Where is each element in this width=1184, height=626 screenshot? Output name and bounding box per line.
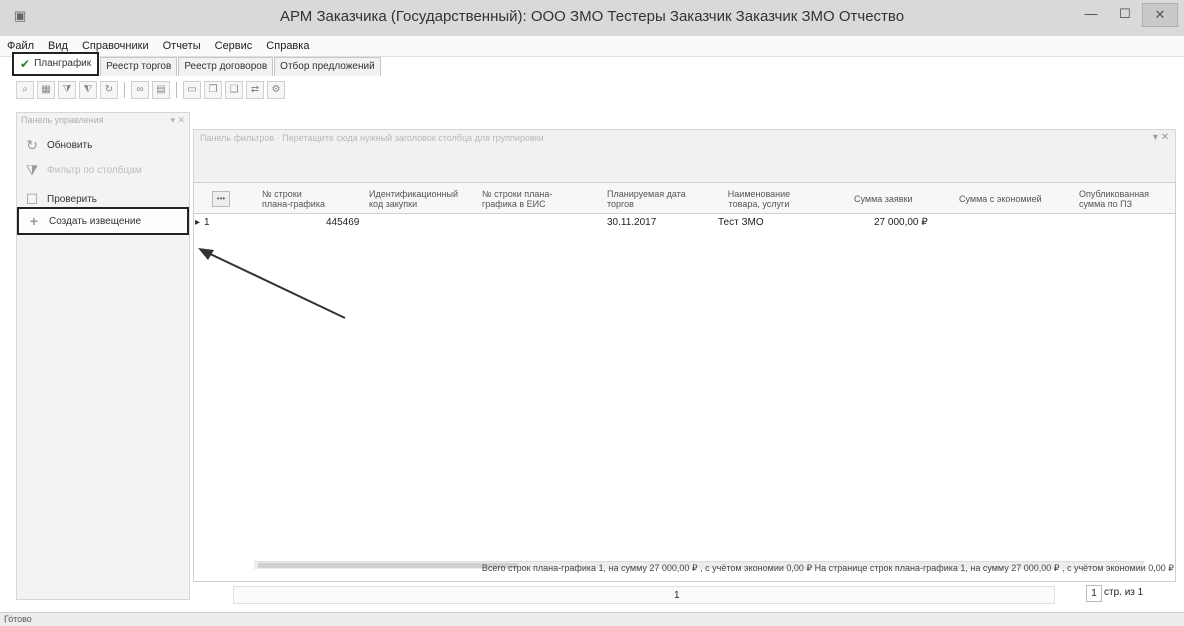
control-panel: Панель управления ▾ ✕ ↻ Обновить ⧩ Фильт… [16, 112, 190, 600]
control-panel-header: Панель управления ▾ ✕ [21, 115, 185, 129]
check-label: Проверить [47, 193, 98, 205]
pager-bar: 1 [233, 586, 1055, 604]
column-header[interactable]: № строки плана-графика [262, 189, 332, 209]
menu-file[interactable]: Файл [0, 40, 41, 52]
tab-label: Планграфик [34, 58, 92, 69]
filter-panel-close[interactable]: ▾ ✕ [1153, 132, 1169, 143]
refresh-icon: ↻ [26, 136, 38, 153]
table-icon[interactable]: ▦ [37, 81, 55, 99]
column-chooser-button[interactable]: ••• [212, 191, 230, 207]
row-index: 1 [204, 217, 210, 228]
row-number: 445469 [326, 217, 360, 228]
column-header[interactable]: Сумма заявки [854, 194, 913, 204]
link-icon[interactable]: ⇄ [246, 81, 264, 99]
copy-icon[interactable]: ❐ [204, 81, 222, 99]
column-header[interactable]: Опубликованная сумма по ПЗ [1079, 189, 1169, 209]
column-filter-button[interactable]: ⧩ Фильтр по столбцам [17, 158, 187, 182]
status-bar: Готово ⋰ [0, 612, 1184, 626]
search-icon[interactable]: ⌕ [16, 81, 34, 99]
toolbar-separator [176, 82, 177, 98]
column-header[interactable]: № строки плана-графика в ЕИС [482, 189, 567, 209]
column-header[interactable]: Наименование товара, услуги [719, 189, 799, 209]
paste-icon[interactable]: ❏ [225, 81, 243, 99]
control-panel-title: Панель управления [21, 115, 104, 125]
create-notice-label: Создать извещение [49, 215, 142, 227]
row-date: 30.11.2017 [607, 217, 657, 228]
menu-service[interactable]: Сервис [208, 40, 260, 52]
column-header[interactable]: Идентификационный код закупки [369, 189, 459, 209]
toolbar: ⌕ ▦ ⧩ ⧨ ↻ ∞ ▤ ▭ ❐ ❏ ⇄ ⚙ [16, 80, 285, 100]
refresh-button[interactable]: ↻ Обновить [17, 133, 187, 157]
export-icon[interactable]: ▤ [152, 81, 170, 99]
panel-pin-close[interactable]: ▾ ✕ [170, 115, 185, 129]
column-header[interactable]: Сумма с экономией [959, 194, 1042, 204]
filter-icon: ⧩ [25, 161, 39, 178]
plus-icon: + [29, 213, 39, 229]
tab-offers-selection[interactable]: Отбор предложений [274, 57, 381, 76]
filter-panel: Панель фильтров · Перетащите сюда нужный… [193, 129, 1176, 183]
current-page: 1 [674, 590, 680, 601]
plan-schedule-grid: ••• № строки плана-графика Идентификацио… [193, 182, 1176, 582]
page-number-input[interactable]: 1 [1086, 585, 1102, 602]
window-controls: — ☐ ✕ [1074, 3, 1178, 27]
binoculars-icon[interactable]: ∞ [131, 81, 149, 99]
create-notice-button[interactable]: + Создать извещение [17, 207, 189, 235]
resize-grip-icon[interactable]: ⋰ [4, 614, 1182, 625]
checklist-icon: ☐ [25, 190, 39, 207]
settings-icon[interactable]: ⚙ [267, 81, 285, 99]
toolbar-separator [124, 82, 125, 98]
menu-reports[interactable]: Отчеты [156, 40, 208, 52]
menu-view[interactable]: Вид [41, 40, 75, 52]
filter-clear-icon[interactable]: ⧨ [79, 81, 97, 99]
filter-icon[interactable]: ⧩ [58, 81, 76, 99]
close-button[interactable]: ✕ [1142, 3, 1178, 27]
tab-plan-schedule[interactable]: ✔ Планграфик [12, 52, 100, 76]
menu-help[interactable]: Справка [259, 40, 316, 52]
tab-contracts-registry[interactable]: Реестр договоров [178, 57, 274, 76]
document-icon[interactable]: ▭ [183, 81, 201, 99]
pager: 1 1 стр. из 1 [193, 583, 1174, 605]
grid-header: ••• № строки плана-графика Идентификацио… [194, 183, 1175, 214]
checkmark-icon: ✔ [20, 57, 31, 71]
tab-tenders-registry[interactable]: Реестр торгов [100, 57, 178, 76]
maximize-button[interactable]: ☐ [1108, 3, 1142, 25]
grid-summary: Всего строк плана-графика 1, на сумму 27… [481, 563, 1174, 573]
menu-bar: Файл Вид Справочники Отчеты Сервис Справ… [0, 36, 1184, 57]
refresh-label: Обновить [47, 139, 93, 151]
title-bar: ▣ АРМ Заказчика (Государственный): ООО З… [0, 0, 1184, 37]
refresh-icon[interactable]: ↻ [100, 81, 118, 99]
minimize-button[interactable]: — [1074, 3, 1108, 25]
page-of-label: стр. из 1 [1104, 587, 1144, 598]
column-filter-label: Фильтр по столбцам [47, 164, 142, 176]
menu-references[interactable]: Справочники [75, 40, 156, 52]
group-hint: Панель фильтров · Перетащите сюда нужный… [200, 133, 544, 143]
row-amount: 27 000,00 ₽ [874, 217, 928, 228]
column-header[interactable]: Планируемая дата торгов [607, 189, 702, 209]
module-tabs: ✔ Планграфик Реестр торгов Реестр догово… [12, 52, 382, 76]
window-title: АРМ Заказчика (Государственный): ООО ЗМО… [279, 8, 905, 25]
row-name: Тест ЗМО [718, 217, 764, 228]
